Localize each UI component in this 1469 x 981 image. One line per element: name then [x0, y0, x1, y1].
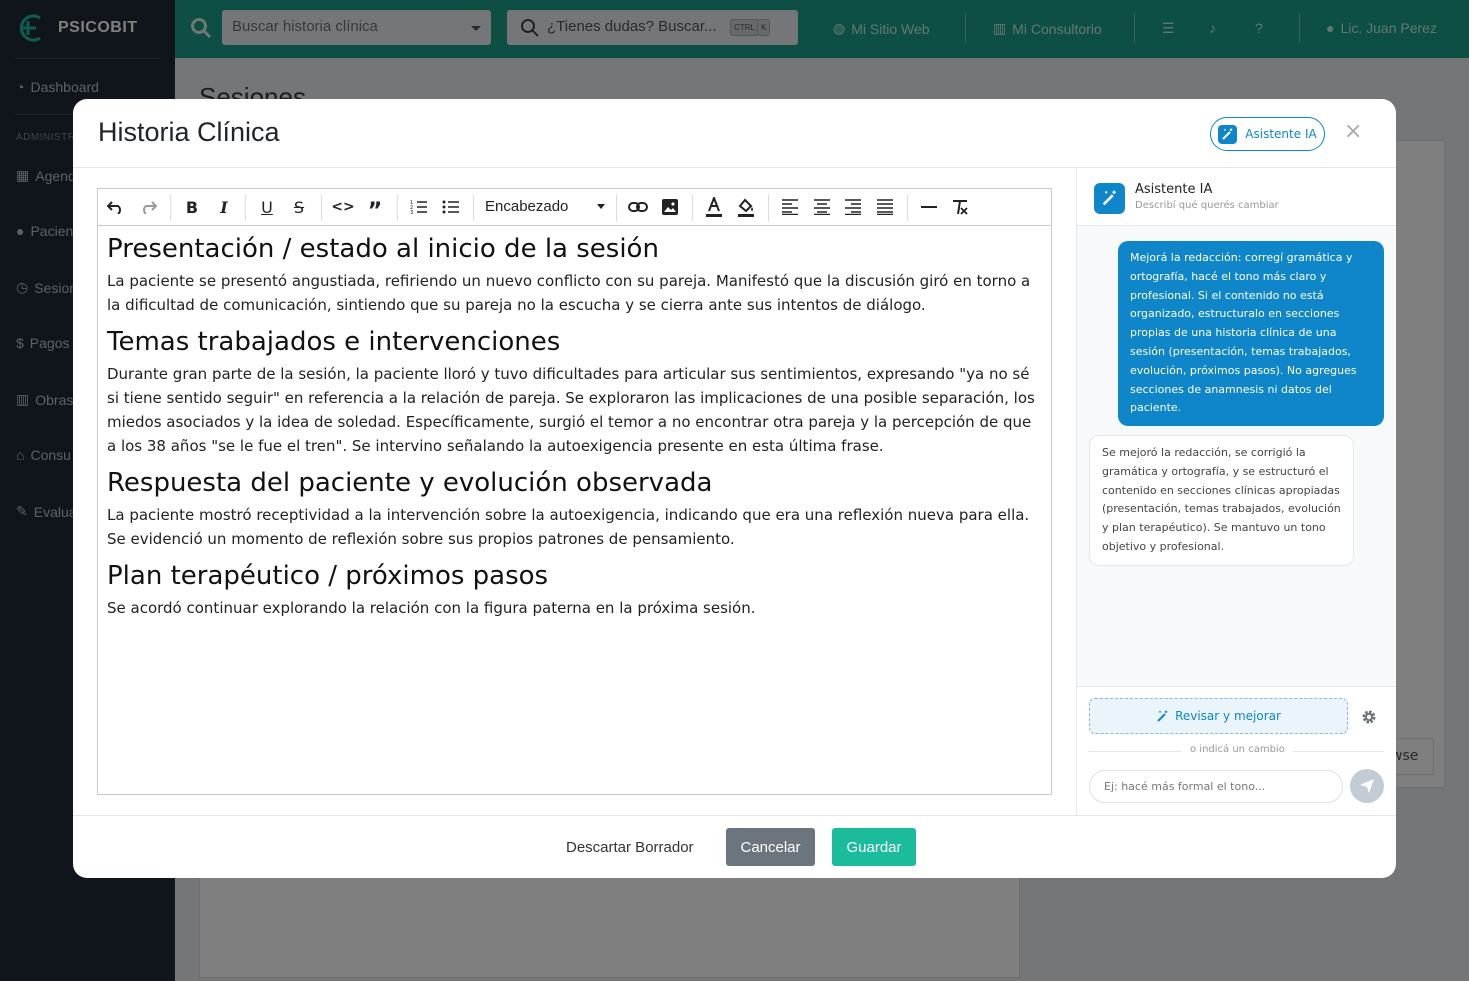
- align-justify-icon[interactable]: [873, 196, 897, 218]
- section-heading: Respuesta del paciente y evolución obser…: [107, 468, 713, 498]
- toolbar-divider: [245, 194, 246, 221]
- ai-panel-footer: Revisar y mejorar o indicá un cambio: [1077, 686, 1396, 815]
- magic-wand-icon: [1156, 710, 1169, 723]
- paper-plane-icon: [1360, 779, 1374, 793]
- user-chat-message: Mejorá la redacción: corregí gramática y…: [1118, 241, 1384, 427]
- section-heading: Temas trabajados e intervenciones: [107, 327, 561, 357]
- or-indicate-change-label: o indicá un cambio: [1182, 744, 1293, 755]
- ai-assistant-button-label: Asistente IA: [1245, 127, 1317, 141]
- highlight-color-icon[interactable]: [734, 196, 758, 218]
- toolbar-divider: [473, 194, 474, 221]
- section-paragraph: Se acordó continuar explorando la relaci…: [107, 599, 756, 617]
- toolbar-divider: [616, 194, 617, 221]
- align-center-icon[interactable]: [810, 196, 834, 218]
- blockquote-icon[interactable]: ”: [363, 196, 387, 224]
- ai-assistant-button[interactable]: Asistente IA: [1210, 117, 1325, 151]
- align-left-icon[interactable]: [778, 196, 802, 218]
- review-button-label: Revisar y mejorar: [1175, 709, 1281, 723]
- change-request-input[interactable]: [1089, 770, 1343, 803]
- align-right-icon[interactable]: [841, 196, 865, 218]
- save-button[interactable]: Guardar: [832, 828, 916, 866]
- ai-panel-title: Asistente IA: [1135, 182, 1213, 197]
- clinical-history-modal: Historia Clínica Asistente IA × B I U S …: [73, 99, 1396, 878]
- ai-panel-header: Asistente IA Describí qué querés cambiar: [1077, 168, 1396, 226]
- code-icon[interactable]: <>: [331, 196, 355, 218]
- svg-text:3: 3: [410, 210, 413, 215]
- chevron-down-icon: [597, 204, 605, 209]
- section-paragraph: La paciente se presentó angustiada, refi…: [107, 272, 1031, 314]
- bold-icon[interactable]: B: [180, 196, 204, 218]
- toolbar-divider: [907, 194, 908, 221]
- text-color-icon[interactable]: [702, 196, 726, 218]
- clear-format-icon[interactable]: [948, 196, 972, 218]
- editor-content[interactable]: Presentación / estado al inicio de la se…: [107, 233, 1042, 629]
- undo-icon[interactable]: [104, 196, 128, 218]
- send-button[interactable]: [1350, 769, 1384, 803]
- toolbar-divider: [170, 194, 171, 221]
- redo-icon[interactable]: [136, 196, 160, 218]
- section-heading: Presentación / estado al inicio de la se…: [107, 234, 659, 264]
- gear-icon[interactable]: [1361, 709, 1377, 725]
- heading-select[interactable]: Encabezado: [485, 198, 605, 215]
- editor-toolbar: B I U S <> ” 123 Encabezado: [98, 189, 1051, 226]
- modal-title: Historia Clínica: [98, 117, 280, 147]
- section-heading: Plan terapéutico / próximos pasos: [107, 561, 549, 591]
- bullet-list-icon[interactable]: [439, 196, 463, 218]
- ai-assistant-panel: Asistente IA Describí qué querés cambiar…: [1076, 168, 1396, 815]
- assistant-chat-message: Se mejoró la redacción, se corrigió la g…: [1089, 435, 1354, 566]
- horizontal-rule-icon[interactable]: [917, 196, 941, 218]
- rich-text-editor[interactable]: B I U S <> ” 123 Encabezado Presentación…: [97, 188, 1052, 795]
- toolbar-divider: [397, 194, 398, 221]
- footer-divider: [73, 815, 1396, 816]
- image-icon[interactable]: [658, 196, 682, 218]
- ai-panel-subtitle: Describí qué querés cambiar: [1135, 200, 1279, 211]
- underline-icon[interactable]: U: [255, 196, 279, 218]
- toolbar-divider: [692, 194, 693, 221]
- magic-wand-icon: [1218, 124, 1238, 144]
- section-paragraph: La paciente mostró receptividad a la int…: [107, 506, 1030, 548]
- toolbar-divider: [321, 194, 322, 221]
- italic-icon[interactable]: I: [212, 196, 236, 218]
- heading-select-value: Encabezado: [485, 198, 569, 215]
- magic-wand-icon: [1094, 183, 1125, 214]
- toolbar-divider: [768, 194, 769, 221]
- close-icon[interactable]: ×: [1344, 121, 1362, 143]
- discard-draft-button[interactable]: Descartar Borrador: [557, 829, 703, 867]
- link-icon[interactable]: [626, 196, 650, 218]
- strikethrough-icon[interactable]: S: [287, 196, 311, 218]
- cancel-button[interactable]: Cancelar: [726, 828, 815, 866]
- ordered-list-icon[interactable]: 123: [407, 196, 431, 218]
- section-paragraph: Durante gran parte de la sesión, la paci…: [107, 365, 1035, 455]
- review-and-improve-button[interactable]: Revisar y mejorar: [1089, 698, 1348, 734]
